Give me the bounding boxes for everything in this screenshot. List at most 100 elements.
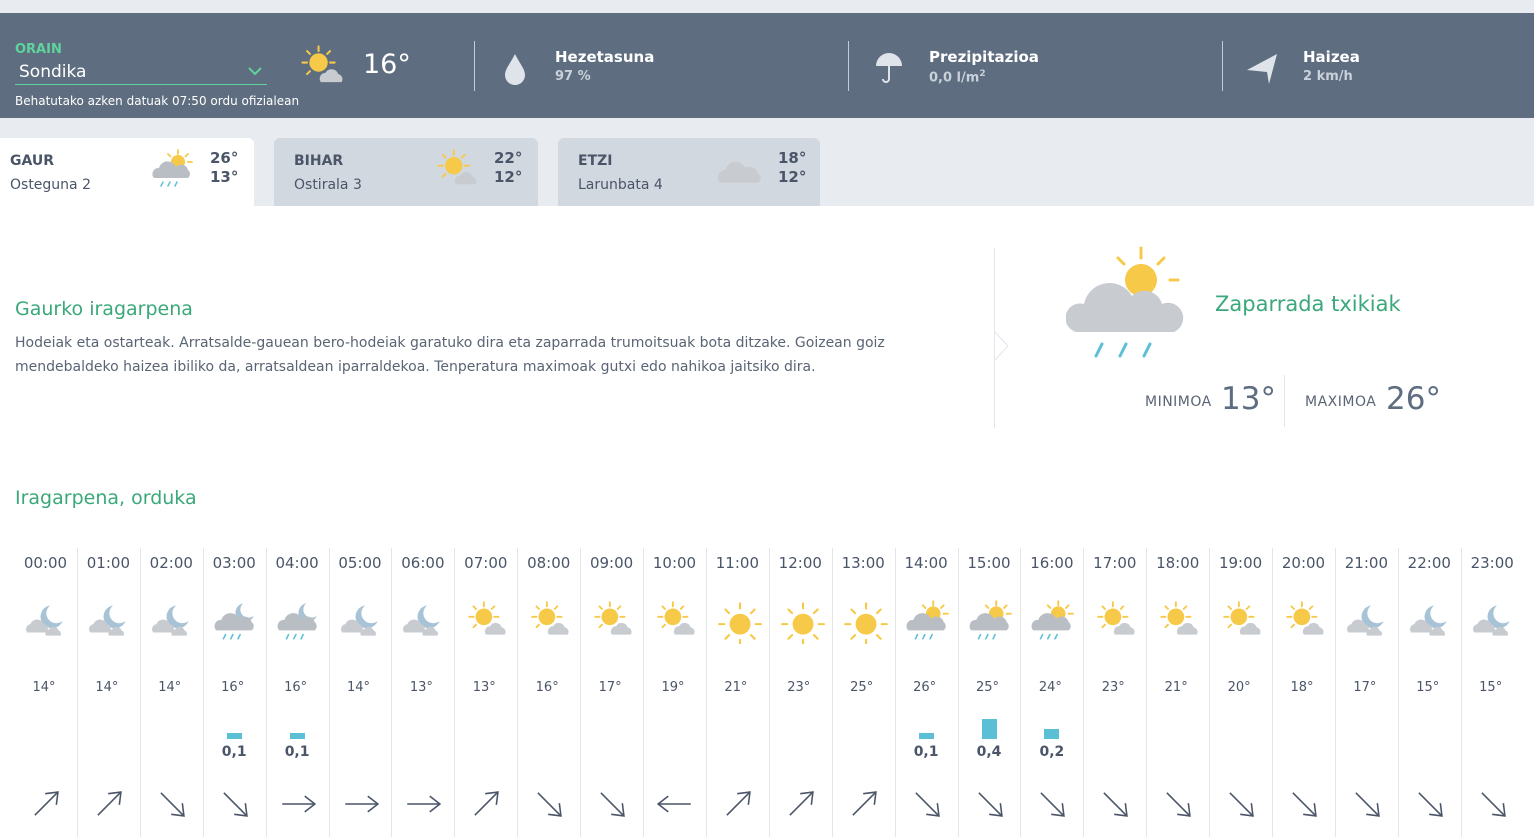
hour-time: 17:00 [1093, 554, 1137, 572]
hour-temperature: 13° [472, 680, 496, 695]
hour-rain-amount: 0,2 [1039, 744, 1065, 760]
hour-rain-amount: 0,1 [913, 744, 939, 760]
day-date: Osteguna 2 [10, 177, 91, 193]
wind-arrow-icon [1475, 786, 1511, 822]
min-value: 13° [1221, 381, 1276, 417]
wind-arrow-icon [846, 786, 882, 822]
day-max-temp: 22° [494, 149, 523, 167]
wind-arrow-icon [468, 786, 505, 822]
wind-arrow-icon [1412, 786, 1448, 822]
forecast-text: Hodeiak eta ostarteak. Arratsalde-gauean… [15, 335, 885, 375]
hour-time: 04:00 [275, 554, 319, 572]
hour-temperature: 24° [1038, 680, 1062, 695]
rain-bar [981, 719, 997, 739]
hour-temperature: 21° [724, 680, 748, 695]
wind-arrow-icon [1160, 786, 1197, 822]
day-name: BIHAR [294, 153, 344, 169]
hour-column: 04:00 16° 0,1 [265, 548, 329, 837]
moon-cloud-rain-icon [276, 602, 318, 640]
wind-direction-icon [1247, 54, 1277, 84]
hour-temperature: 16° [284, 680, 308, 695]
hour-temperature: 23° [787, 680, 811, 695]
humidity-title: Hezetasuna [555, 48, 655, 66]
cloud-icon [717, 161, 761, 185]
hour-temperature: 25° [850, 680, 874, 695]
tab-today[interactable]: GAUR Osteguna 2 26° 13° [0, 138, 254, 206]
observation-note: Behatutako azken datuak 07:50 ordu ofizi… [15, 94, 300, 108]
hour-temperature: 25° [975, 680, 1000, 695]
hour-temperature: 19° [661, 680, 685, 695]
hour-temperature: 20° [1227, 680, 1251, 695]
tab-day-after[interactable]: ETZI Larunbata 4 18° 12° [558, 138, 820, 206]
hour-column: 03:00 16° 0,1 [202, 548, 266, 837]
wind-arrow-icon [91, 786, 127, 822]
pointer-marker [994, 331, 1009, 361]
moon-cloud-icon [1346, 605, 1384, 636]
hour-temperature: 16° [221, 680, 245, 695]
wind-arrow-icon [217, 786, 253, 822]
day-date: Ostirala 3 [294, 177, 362, 193]
hour-column: 23:00 15° [1460, 548, 1524, 837]
hour-time: 00:00 [23, 554, 68, 572]
day-date: Larunbata 4 [578, 177, 663, 193]
location-select[interactable]: Sondika [15, 59, 267, 85]
hour-column: 05:00 14° [328, 548, 392, 837]
hour-time: 08:00 [527, 554, 571, 572]
precipitation-title: Prezipitazioa [929, 48, 1039, 66]
wind-arrow-icon [1286, 786, 1322, 822]
hour-column: 09:00 17° [580, 548, 643, 837]
divider [1284, 375, 1285, 427]
sun-cloud-icon [468, 601, 507, 636]
current-conditions-bar: ORAIN Sondika Behatutako azken datuak 07… [0, 13, 1534, 118]
hour-rain-amount: 0,1 [284, 744, 310, 760]
wind-arrow-icon [594, 786, 631, 822]
moon-cloud-icon [340, 605, 378, 636]
hour-column: 08:00 16° [517, 548, 580, 837]
hour-column: 06:00 13° [391, 548, 454, 837]
hour-temperature: 26° [913, 680, 937, 695]
hour-time: 06:00 [401, 554, 445, 572]
wind-arrow-icon [909, 786, 945, 822]
hour-time: 15:00 [967, 554, 1011, 572]
hourly-title: Iragarpena, orduka [15, 487, 197, 509]
sun-cloud-icon [594, 601, 633, 636]
hour-column: 22:00 15° [1397, 548, 1461, 837]
day-min-temp: 12° [778, 168, 807, 186]
hour-temperature: 16° [535, 680, 559, 695]
max-value: 26° [1386, 381, 1441, 417]
hour-time: 11:00 [715, 554, 759, 572]
moon-cloud-icon [1472, 605, 1510, 636]
wind-arrow-icon [154, 786, 190, 822]
sun-cloud-icon [301, 45, 344, 84]
moon-cloud-icon [26, 605, 63, 636]
wind-arrow-icon [1223, 786, 1260, 822]
wind-value: 2 km/h [1303, 69, 1353, 84]
sun-cloud-icon [657, 601, 696, 636]
sun-cloud-rain-icon [968, 600, 1012, 640]
divider [1222, 41, 1223, 91]
sun-cloud-rain-icon [905, 600, 949, 640]
min-label: MINIMOA [1145, 394, 1212, 410]
hour-time: 10:00 [652, 554, 697, 572]
wind-arrow-icon [28, 786, 64, 822]
wind-title: Haizea [1303, 48, 1360, 66]
day-max-temp: 26° [210, 149, 239, 167]
hour-time: 23:00 [1470, 554, 1514, 572]
max-label: MAXIMOA [1305, 394, 1377, 410]
sun-cloud-rain-icon [1031, 600, 1075, 640]
hour-time: 02:00 [149, 554, 193, 572]
hour-time: 18:00 [1156, 554, 1200, 572]
hour-time: 01:00 [86, 554, 130, 572]
wind-arrow-icon [657, 795, 692, 813]
tab-tomorrow[interactable]: BIHAR Ostirala 3 22° 12° [274, 138, 538, 206]
hour-time: 12:00 [778, 554, 822, 572]
wind-arrow-icon [783, 786, 819, 822]
rain-bar [1044, 729, 1060, 739]
wind-arrow-icon [531, 786, 568, 822]
hour-time: 14:00 [904, 554, 948, 572]
sun-icon [718, 602, 762, 644]
moon-cloud-icon [151, 605, 189, 636]
sun-cloud-icon [1286, 601, 1325, 636]
day-min-temp: 12° [494, 168, 523, 186]
hour-time: 07:00 [464, 554, 508, 572]
